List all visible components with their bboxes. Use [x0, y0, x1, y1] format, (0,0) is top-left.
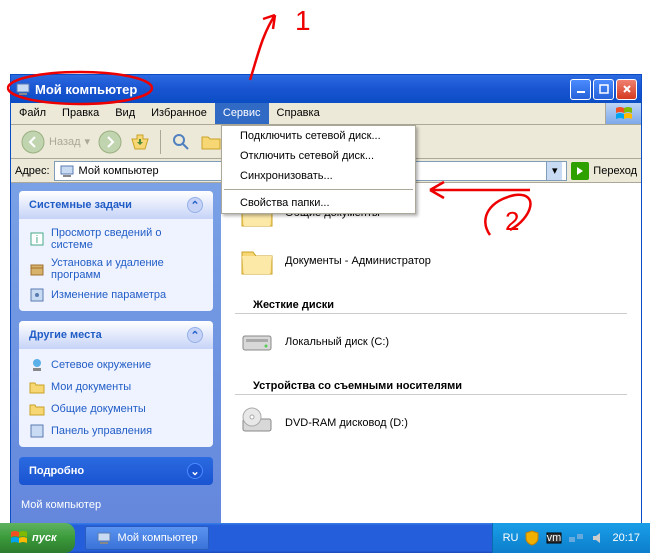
svg-text:i: i: [36, 234, 38, 246]
dd-map-network-drive[interactable]: Подключить сетевой диск...: [222, 126, 415, 146]
dd-synchronize[interactable]: Синхронизовать...: [222, 166, 415, 186]
panel-title: Системные задачи: [29, 199, 132, 211]
link-network[interactable]: Сетевое окружение: [29, 357, 203, 373]
maximize-button[interactable]: [593, 79, 614, 100]
security-icon[interactable]: [524, 530, 540, 546]
folder-icon: [239, 243, 275, 279]
menu-edit[interactable]: Правка: [54, 103, 107, 124]
dd-folder-options[interactable]: Свойства папки...: [222, 193, 415, 213]
info-icon: i: [29, 231, 45, 247]
section-removable: Устройства со съемными носителями: [235, 370, 627, 395]
start-button[interactable]: пуск: [0, 523, 75, 553]
my-computer-icon: [59, 163, 75, 179]
network-icon: [29, 357, 45, 373]
link-shared-docs[interactable]: Общие документы: [29, 401, 203, 417]
main-pane[interactable]: Общие документы Документы - Администрато…: [221, 183, 641, 526]
start-label: пуск: [32, 532, 57, 544]
menu-tools[interactable]: Сервис: [215, 103, 269, 124]
volume-icon[interactable]: [590, 530, 606, 546]
item-label: Локальный диск (C:): [285, 336, 389, 348]
folder-icon: [29, 379, 45, 395]
address-label: Адрес:: [15, 165, 50, 177]
taskbar: пуск Мой компьютер RU vm 20:17: [0, 523, 650, 553]
link-change-setting[interactable]: Изменение параметра: [29, 287, 203, 303]
close-button[interactable]: [616, 79, 637, 100]
link-system-info[interactable]: iПросмотр сведений о системе: [29, 227, 203, 251]
panel-header[interactable]: Другие места ⌃: [19, 321, 213, 349]
explorer-window: Мой компьютер Файл Правка Вид Избранное …: [10, 74, 642, 527]
link-add-remove[interactable]: Установка и удаление программ: [29, 257, 203, 281]
link-my-docs[interactable]: Мои документы: [29, 379, 203, 395]
annotation-1: 1: [295, 5, 311, 36]
collapse-icon[interactable]: ⌃: [187, 197, 203, 213]
link-control-panel[interactable]: Панель управления: [29, 423, 203, 439]
expand-icon[interactable]: ⌄: [187, 463, 203, 479]
item-dvd-ram-d[interactable]: DVD-RAM дисковод (D:): [221, 399, 641, 447]
panel-title: Подробно: [29, 465, 84, 477]
panel-details: Подробно ⌄: [19, 457, 213, 485]
folder-icon: [29, 401, 45, 417]
sidebar: Системные задачи ⌃ iПросмотр сведений о …: [11, 183, 221, 526]
my-computer-icon: [96, 530, 112, 546]
task-label: Мой компьютер: [118, 532, 198, 544]
collapse-icon[interactable]: ⌃: [187, 327, 203, 343]
clock[interactable]: 20:17: [612, 532, 640, 544]
section-hdd: Жесткие диски: [235, 289, 627, 314]
item-local-disk-c[interactable]: Локальный диск (C:): [221, 318, 641, 366]
vm-icon[interactable]: vm: [546, 530, 562, 546]
dd-separator: [224, 189, 413, 190]
menu-favorites[interactable]: Избранное: [143, 103, 215, 124]
menu-file[interactable]: Файл: [11, 103, 54, 124]
windows-logo-icon: [605, 103, 641, 124]
windows-logo-icon: [10, 530, 28, 546]
go-button-icon[interactable]: [571, 162, 589, 180]
address-dropdown-button[interactable]: ▾: [546, 162, 562, 180]
my-computer-icon: [15, 81, 31, 97]
forward-button[interactable]: [96, 128, 124, 156]
lang-indicator[interactable]: RU: [503, 532, 519, 544]
search-button[interactable]: [167, 128, 195, 156]
content-area: Системные задачи ⌃ iПросмотр сведений о …: [11, 183, 641, 526]
menubar: Файл Правка Вид Избранное Сервис Справка…: [11, 103, 641, 125]
menu-help[interactable]: Справка: [269, 103, 328, 124]
toolbar-separator: [160, 130, 161, 154]
hdd-icon: [239, 324, 275, 360]
panel-header[interactable]: Системные задачи ⌃: [19, 191, 213, 219]
dvd-icon: [239, 405, 275, 441]
system-tray[interactable]: RU vm 20:17: [492, 523, 650, 553]
item-admin-docs[interactable]: Документы - Администратор: [221, 237, 641, 285]
chevron-down-icon: ▾: [85, 135, 91, 148]
network-icon[interactable]: [568, 530, 584, 546]
window-title: Мой компьютер: [35, 82, 570, 97]
up-button[interactable]: [126, 128, 154, 156]
svg-text:vm: vm: [547, 532, 562, 544]
window-buttons: [570, 79, 637, 100]
address-value: Мой компьютер: [79, 165, 159, 177]
box-icon: [29, 261, 45, 277]
panel-system-tasks: Системные задачи ⌃ iПросмотр сведений о …: [19, 191, 213, 311]
tools-dropdown: Подключить сетевой диск... Отключить сет…: [221, 125, 416, 214]
titlebar[interactable]: Мой компьютер: [11, 75, 641, 103]
item-label: DVD-RAM дисковод (D:): [285, 417, 408, 429]
taskbar-item[interactable]: Мой компьютер: [85, 526, 209, 550]
menu-view[interactable]: Вид: [107, 103, 143, 124]
panel-title: Другие места: [29, 329, 102, 341]
back-label: Назад: [49, 136, 81, 148]
panel-header[interactable]: Подробно ⌄: [19, 457, 213, 485]
go-label[interactable]: Переход: [593, 165, 637, 177]
minimize-button[interactable]: [570, 79, 591, 100]
sidebar-bottom-label: Мой компьютер: [19, 495, 213, 515]
item-label: Документы - Администратор: [285, 255, 431, 267]
back-button[interactable]: Назад ▾: [17, 130, 94, 154]
settings-icon: [29, 287, 45, 303]
control-panel-icon: [29, 423, 45, 439]
panel-other-places: Другие места ⌃ Сетевое окружение Мои док…: [19, 321, 213, 447]
dd-disconnect-network-drive[interactable]: Отключить сетевой диск...: [222, 146, 415, 166]
